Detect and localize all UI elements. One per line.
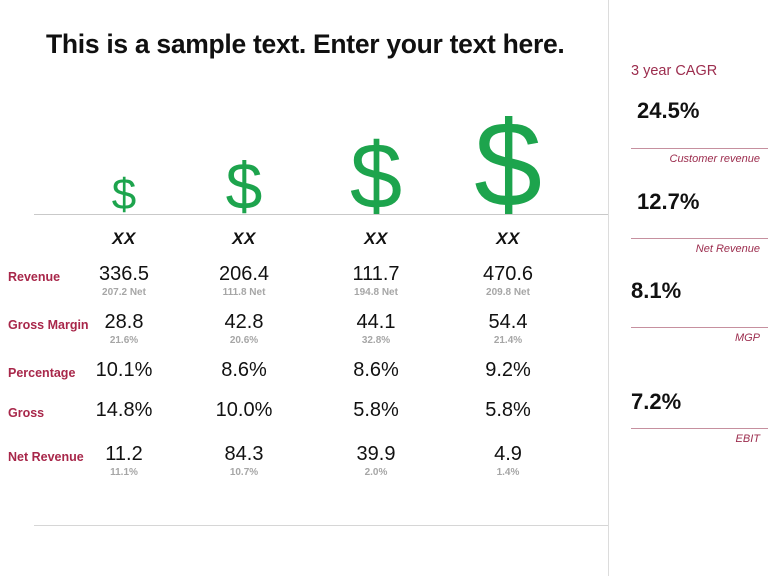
- cell-subvalue: 1.4%: [496, 467, 520, 478]
- kpi-value-mgp: 8.1%: [631, 278, 682, 303]
- page-title: This is a sample text. Enter your text h…: [46, 29, 565, 59]
- kpi-label-mgp: MGP: [734, 332, 760, 344]
- table-top-divider: [34, 214, 608, 215]
- cell-subvalue: 2.0%: [364, 467, 388, 478]
- cell-subvalue: 32.8%: [361, 335, 391, 346]
- table-cell: 5.8%: [442, 400, 574, 420]
- slide-root: This is a sample text. Enter your text h…: [0, 0, 768, 576]
- cell-value: 9.2%: [485, 359, 531, 381]
- column-header-label: XX: [232, 229, 256, 248]
- cell-value: 8.6%: [221, 359, 267, 381]
- cell-subvalue: 111.8 Net: [222, 287, 266, 298]
- kpi-divider: [631, 238, 768, 239]
- kpi-label-net-revenue: Net Revenue: [695, 243, 760, 255]
- kpi-label-customer-revenue: Customer revenue: [669, 153, 761, 165]
- cell-value: 39.9: [356, 443, 396, 465]
- cell-value: 10.0%: [215, 399, 273, 421]
- cell-value: 8.6%: [353, 359, 399, 381]
- dollar-sign-icon: $: [474, 95, 542, 232]
- column-header-4: XX: [442, 230, 574, 247]
- table-cell: 10.0%: [178, 400, 310, 420]
- table-row: Gross 14.8% 10.0% 5.8% 5.8%: [0, 400, 608, 444]
- kpi-divider: [631, 148, 768, 149]
- table-cell: 14.8%: [58, 400, 190, 420]
- table-cell: 39.9 2.0%: [310, 444, 442, 478]
- table-cell: 206.4 111.8 Net: [178, 264, 310, 298]
- cell-value: 84.3: [224, 443, 264, 465]
- cell-value: 5.8%: [485, 399, 531, 421]
- cell-subvalue: 21.6%: [109, 335, 139, 346]
- table-cell: 8.6%: [310, 360, 442, 380]
- table-cell: 111.7 194.8 Net: [310, 264, 442, 298]
- table-row: Percentage 10.1% 8.6% 8.6% 9.2%: [0, 360, 608, 404]
- cell-value: 5.8%: [353, 399, 399, 421]
- kpi-label-ebit: EBIT: [735, 433, 760, 445]
- table-cell: 470.6 209.8 Net: [442, 264, 574, 298]
- dollar-sign-icon: $: [225, 148, 263, 223]
- dollar-icon-cell-3: $: [310, 80, 442, 228]
- table-cell: 9.2%: [442, 360, 574, 380]
- table-cell: 28.8 21.6%: [58, 312, 190, 346]
- table-cell: 44.1 32.8%: [310, 312, 442, 346]
- cell-subvalue: 194.8 Net: [354, 287, 398, 298]
- column-header-label: XX: [496, 229, 520, 248]
- cell-value: 336.5: [98, 263, 150, 285]
- cell-value: 111.7: [352, 263, 400, 285]
- table-cell: 84.3 10.7%: [178, 444, 310, 478]
- cell-value: 44.1: [356, 311, 396, 333]
- table-header-row: XX XX XX XX: [0, 230, 608, 264]
- dollar-icon-row: $ $ $ $: [34, 80, 608, 232]
- dollar-sign-icon: $: [111, 169, 137, 219]
- cell-subvalue: 10.7%: [229, 467, 259, 478]
- row-label-gross: Gross: [8, 406, 45, 420]
- cell-subvalue: 20.6%: [229, 335, 259, 346]
- cell-subvalue: 209.8 Net: [486, 287, 530, 298]
- table-cell: 11.2 11.1%: [58, 444, 190, 478]
- table-cell: 4.9 1.4%: [442, 444, 574, 478]
- column-header-3: XX: [310, 230, 442, 247]
- table-cell: 42.8 20.6%: [178, 312, 310, 346]
- cell-subvalue: 207.2 Net: [102, 287, 146, 298]
- cell-value: 42.8: [224, 311, 264, 333]
- table-row: Revenue 336.5 207.2 Net 206.4 111.8 Net 111.7…: [0, 264, 608, 308]
- table-cell: 5.8%: [310, 400, 442, 420]
- table-cell: 336.5 207.2 Net: [58, 264, 190, 298]
- metrics-table: XX XX XX XX Revenue 336.5 207.2 Net 206.4 111.8 …: [0, 230, 608, 478]
- cell-value: 54.4: [488, 311, 528, 333]
- column-header-label: XX: [112, 229, 136, 248]
- dollar-icon-cell-4: $: [442, 80, 574, 232]
- main-content-panel: This is a sample text. Enter your text h…: [0, 0, 608, 576]
- column-header-label: XX: [364, 229, 388, 248]
- cell-value: 206.4: [218, 263, 270, 285]
- table-row: Gross Margin 28.8 21.6% 42.8 20.6% 44.1 32.8% 5…: [0, 312, 608, 356]
- cagr-sidebar: 3 year CAGR 24.5% Customer revenue 12.7% Ne…: [609, 0, 768, 576]
- cell-value: 470.6: [482, 263, 534, 285]
- kpi-value-customer-revenue: 24.5%: [637, 98, 700, 123]
- cell-value: 28.8: [104, 311, 144, 333]
- cell-subvalue: 11.1%: [110, 467, 138, 478]
- table-cell: 8.6%: [178, 360, 310, 380]
- dollar-icon-cell-2: $: [178, 80, 310, 223]
- cagr-header: 3 year CAGR: [631, 63, 718, 79]
- table-row: Net Revenue 11.2 11.1% 84.3 10.7% 39.9 2.0% 4.9…: [0, 444, 608, 488]
- dollar-icon-cell-1: $: [58, 80, 190, 219]
- column-header-2: XX: [178, 230, 310, 247]
- column-header-1: XX: [58, 230, 190, 247]
- kpi-value-net-revenue: 12.7%: [637, 189, 700, 214]
- kpi-value-ebit: 7.2%: [631, 389, 682, 414]
- table-cell: 10.1%: [58, 360, 190, 380]
- kpi-divider: [631, 428, 768, 429]
- row-label-revenue: Revenue: [8, 270, 61, 284]
- cell-value: 14.8%: [95, 399, 153, 421]
- cell-value: 10.1%: [95, 359, 153, 381]
- table-bottom-divider: [34, 525, 608, 526]
- kpi-divider: [631, 327, 768, 328]
- cell-subvalue: 21.4%: [493, 335, 523, 346]
- cell-value: 11.2: [105, 443, 143, 465]
- table-cell: 54.4 21.4%: [442, 312, 574, 346]
- cell-value: 4.9: [494, 443, 522, 465]
- dollar-sign-icon: $: [349, 122, 403, 228]
